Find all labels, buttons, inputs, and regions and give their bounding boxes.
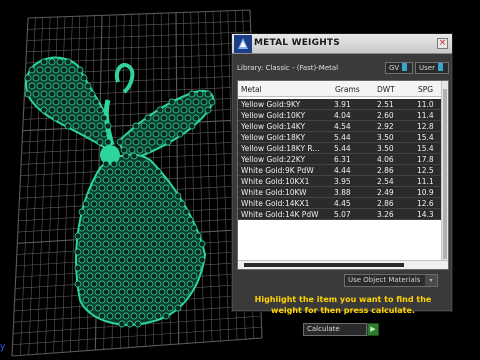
table-row[interactable]: Yellow Gold:22KY 6.31 4.06 17.8 (238, 154, 442, 165)
cell-spg: 10.9 (417, 188, 434, 197)
horizontal-scroll-thumb[interactable] (244, 263, 404, 267)
app-logo-icon (234, 35, 252, 53)
use-object-materials-select[interactable]: Use Object Materials ▾ (344, 274, 438, 287)
cell-spg: 12.5 (417, 166, 434, 175)
cell-dwt: 3.50 (377, 144, 394, 153)
table-row[interactable]: White Gold:14K PdW 5.07 3.26 14.3 (238, 209, 442, 220)
col-header-dwt[interactable]: DWT (377, 85, 395, 94)
play-icon[interactable]: ▶ (367, 323, 379, 336)
cell-dwt: 4.06 (377, 155, 394, 164)
cell-dwt: 2.54 (377, 177, 394, 186)
gv-toggle[interactable]: GV (385, 62, 413, 74)
use-object-materials-label: Use Object Materials (348, 276, 421, 284)
cell-metal: Yellow Gold:18KY (241, 133, 306, 142)
cell-dwt: 2.92 (377, 122, 394, 131)
gv-label: GV (389, 64, 400, 72)
cell-grams: 3.91 (334, 100, 351, 109)
table-row[interactable]: White Gold:10KX1 3.95 2.54 11.1 (238, 176, 442, 187)
cell-metal: White Gold:14KX1 (241, 199, 310, 208)
col-header-grams[interactable]: Grams (335, 85, 360, 94)
library-label: Library: Classic - (Fast)-Metal (237, 64, 339, 72)
cell-spg: 11.4 (417, 111, 434, 120)
cell-grams: 4.44 (334, 166, 351, 175)
cell-dwt: 2.60 (377, 111, 394, 120)
cell-grams: 5.07 (334, 210, 351, 219)
table-row[interactable]: Yellow Gold:9KY 3.91 2.51 11.0 (238, 99, 442, 110)
cell-grams: 5.44 (334, 144, 351, 153)
panel-titlebar[interactable]: METAL WEIGHTS × (232, 34, 452, 54)
table-row[interactable]: White Gold:10KW 3.88 2.49 10.9 (238, 187, 442, 198)
cell-dwt: 2.49 (377, 188, 394, 197)
cell-grams: 5.44 (334, 133, 351, 142)
instructions-text: Highlight the item you want to find the … (254, 295, 432, 315)
cell-spg: 11.1 (417, 177, 434, 186)
vertical-scrollbar[interactable] (441, 81, 448, 261)
angel-pendant-model[interactable] (24, 56, 216, 328)
calculate-select[interactable]: Calculate (303, 323, 367, 336)
close-button[interactable]: × (437, 38, 448, 49)
chevron-down-icon: ▾ (425, 275, 437, 286)
user-toggle[interactable]: User (415, 62, 449, 74)
library-row: Library: Classic - (Fast)-Metal GV User (237, 62, 449, 76)
cell-grams: 4.45 (334, 199, 351, 208)
cell-dwt: 2.51 (377, 100, 394, 109)
cell-grams: 3.88 (334, 188, 351, 197)
table-rows: Yellow Gold:9KY 3.91 2.51 11.0 Yellow Gold:1… (238, 99, 442, 220)
user-flag-icon (437, 63, 443, 71)
cell-grams: 3.95 (334, 177, 351, 186)
vertical-scroll-thumb[interactable] (443, 89, 447, 259)
metal-weights-panel: METAL WEIGHTS × Library: Classic - (Fast… (231, 33, 453, 336)
table-header: Metal Grams DWT SPG (238, 81, 442, 97)
cell-grams: 4.04 (334, 111, 351, 120)
cell-spg: 11.0 (417, 100, 434, 109)
cell-spg: 14.3 (417, 210, 434, 219)
cell-spg: 15.4 (417, 144, 434, 153)
cell-metal: White Gold:14K PdW (241, 210, 319, 219)
table-row[interactable]: Yellow Gold:10KY 4.04 2.60 11.4 (238, 110, 442, 121)
user-label: User (419, 64, 435, 72)
cell-metal: Yellow Gold:22KY (241, 155, 306, 164)
table-row[interactable]: White Gold:14KX1 4.45 2.86 12.6 (238, 198, 442, 209)
cell-dwt: 3.50 (377, 133, 394, 142)
cell-metal: Yellow Gold:10KY (241, 111, 306, 120)
table-row[interactable]: Yellow Gold:18KY 5.44 3.50 15.4 (238, 132, 442, 143)
col-header-metal[interactable]: Metal (241, 85, 262, 94)
table-row[interactable]: Yellow Gold:18KY R... 5.44 3.50 15.4 (238, 143, 442, 154)
cell-dwt: 2.86 (377, 199, 394, 208)
gv-flag-icon (402, 63, 408, 71)
cell-spg: 15.4 (417, 133, 434, 142)
calculate-row: Calculate ▶ (303, 323, 385, 337)
table-row[interactable]: Yellow Gold:14KY 4.54 2.92 12.8 (238, 121, 442, 132)
cell-dwt: 2.86 (377, 166, 394, 175)
cell-dwt: 3.26 (377, 210, 394, 219)
cell-spg: 17.8 (417, 155, 434, 164)
metal-table[interactable]: Metal Grams DWT SPG Yellow Gold:9KY 3.91 2… (237, 80, 449, 270)
axis-y-label: y (0, 342, 6, 352)
cell-spg: 12.6 (417, 199, 434, 208)
horizontal-scrollbar[interactable] (238, 260, 448, 269)
cell-metal: Yellow Gold:14KY (241, 122, 306, 131)
cell-grams: 4.54 (334, 122, 351, 131)
panel-title: METAL WEIGHTS (254, 38, 340, 48)
cell-metal: White Gold:10KW (241, 188, 307, 197)
table-row[interactable]: White Gold:9K PdW 4.44 2.86 12.5 (238, 165, 442, 176)
cell-metal: Yellow Gold:18KY R... (241, 144, 320, 153)
cell-metal: Yellow Gold:9KY (241, 100, 301, 109)
cell-spg: 12.8 (417, 122, 434, 131)
cell-grams: 6.31 (334, 155, 351, 164)
cell-metal: White Gold:10KX1 (241, 177, 310, 186)
col-header-spg[interactable]: SPG (418, 85, 433, 94)
cell-metal: White Gold:9K PdW (241, 166, 314, 175)
